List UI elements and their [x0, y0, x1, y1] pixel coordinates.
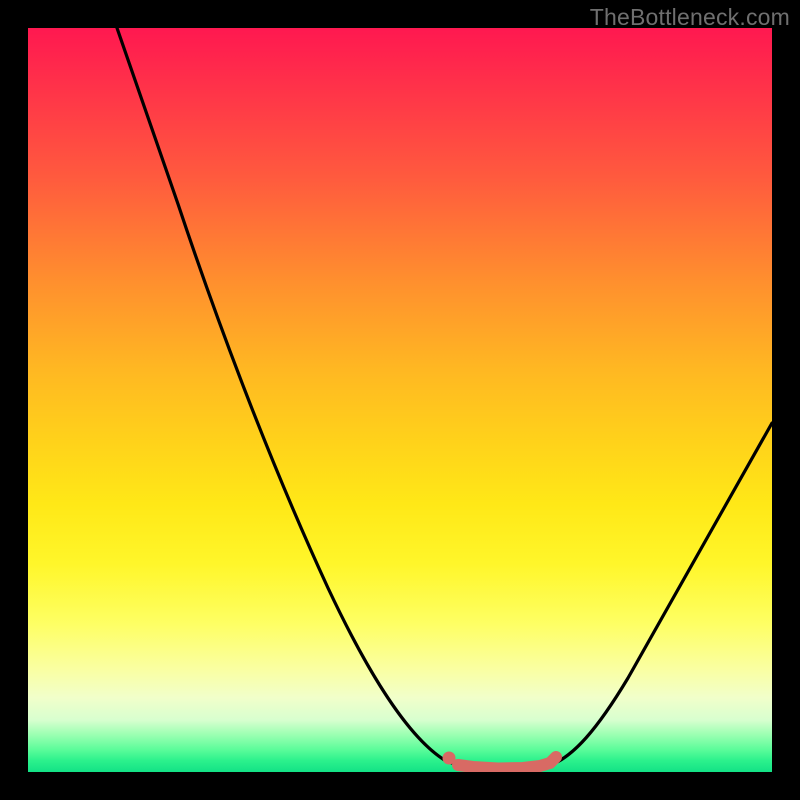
optimal-start-dot: [443, 752, 456, 765]
watermark-text: TheBottleneck.com: [590, 4, 790, 31]
chart-frame: TheBottleneck.com: [0, 0, 800, 800]
bottleneck-curve: [117, 28, 772, 768]
curve-layer: [28, 28, 772, 772]
plot-area: [28, 28, 772, 772]
optimal-range-marker: [458, 757, 556, 769]
